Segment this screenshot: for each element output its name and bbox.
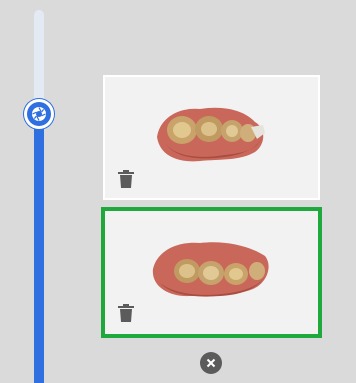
- close-icon[interactable]: [200, 352, 222, 374]
- close-x-glyph: [206, 358, 216, 368]
- upper-jaw-scan-image: [157, 107, 265, 162]
- trash-icon[interactable]: [117, 303, 135, 323]
- lower-jaw-scan-image: [152, 242, 269, 297]
- opacity-slider-thumb[interactable]: [24, 99, 54, 129]
- scan-card-upper[interactable]: [103, 75, 320, 200]
- aperture-icon: [32, 107, 46, 121]
- scan-card-lower[interactable]: [101, 207, 322, 338]
- trash-icon[interactable]: [117, 169, 135, 189]
- opacity-slider-fill: [34, 114, 44, 383]
- scan-panel: [0, 0, 356, 383]
